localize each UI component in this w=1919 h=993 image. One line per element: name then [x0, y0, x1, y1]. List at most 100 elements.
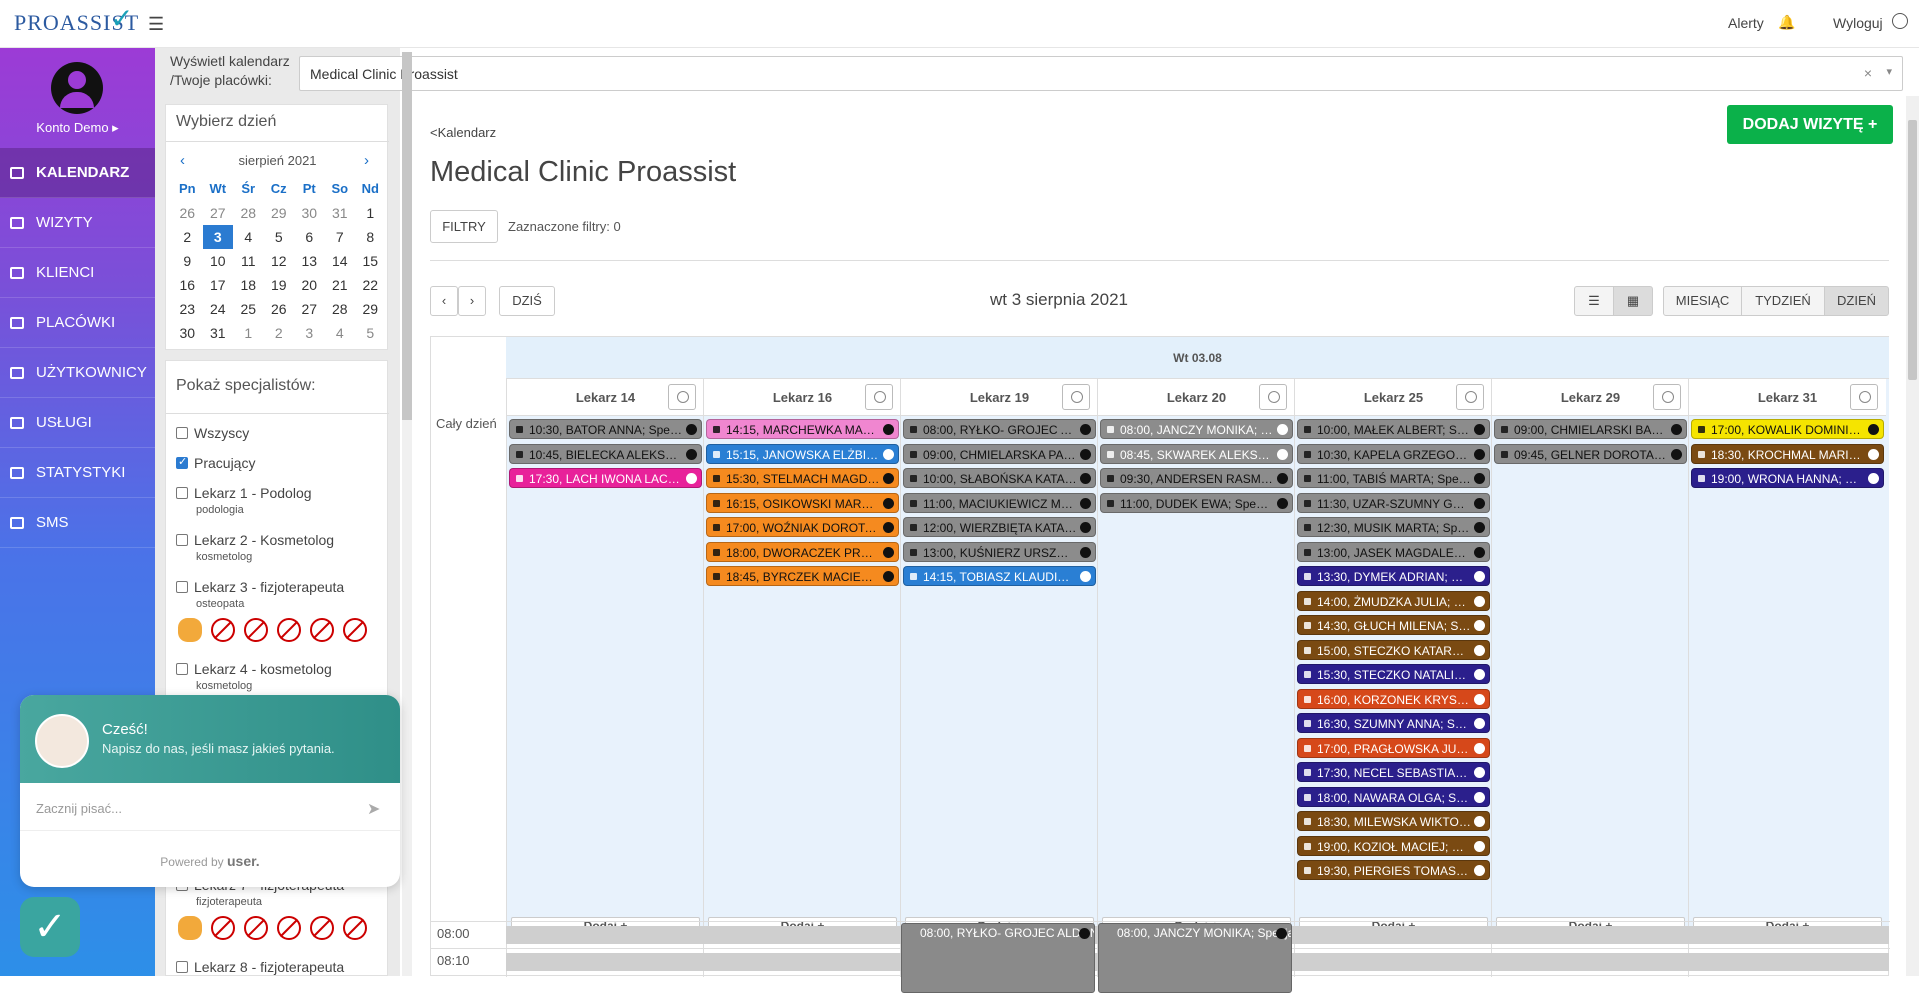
- chevron-down-icon[interactable]: ▾: [1886, 65, 1892, 78]
- appointment[interactable]: 19:00, KOZIOŁ MACIEJ; Specjalista: Lekar…: [1297, 835, 1490, 856]
- specialist-checkbox[interactable]: Wszyscy: [176, 425, 249, 441]
- close-icon[interactable]: [1474, 546, 1485, 558]
- calendar-day[interactable]: 26: [172, 201, 203, 225]
- close-icon[interactable]: [1474, 767, 1485, 778]
- logout-icon[interactable]: [1892, 13, 1908, 29]
- appointment[interactable]: 13:30, DYMEK ADRIAN; Specjalista: Lekarz…: [1297, 566, 1490, 586]
- appointment[interactable]: 17:00, KOWALIK DOMINIKA; Specjalista: Le…: [1691, 419, 1884, 439]
- appointment[interactable]: 17:30, NECEL SEBASTIAN; Specjalista: Lek…: [1297, 762, 1490, 782]
- appointment[interactable]: 17:00, PRAGŁOWSKA JULIA; Specjalista: Le…: [1297, 737, 1490, 758]
- calendar-day[interactable]: 21: [325, 273, 356, 297]
- appointment[interactable]: 19:30, PIERGIES TOMASZ; Specjalista: Lek…: [1297, 860, 1490, 880]
- close-icon[interactable]: [1671, 424, 1682, 435]
- left-panel-scroll-thumb[interactable]: [402, 52, 412, 420]
- close-icon[interactable]: [1474, 693, 1485, 705]
- appointment[interactable]: 16:15, OSIKOWSKI MARCIN; Specjalista: Le…: [706, 492, 899, 513]
- calendar-day[interactable]: 27: [203, 201, 234, 225]
- appointment-block[interactable]: 08:00, RYŁKO- GROJEC ALDONA; Specjalista…: [901, 923, 1095, 993]
- calendar-day[interactable]: 5: [355, 321, 386, 345]
- close-icon[interactable]: [1868, 473, 1879, 484]
- checkbox[interactable]: [176, 487, 188, 499]
- close-icon[interactable]: [1277, 473, 1288, 484]
- account-menu[interactable]: Konto Demo ▸: [0, 120, 155, 136]
- close-icon[interactable]: [1474, 644, 1485, 656]
- calendar-day[interactable]: 24: [203, 297, 234, 321]
- close-icon[interactable]: [1277, 448, 1288, 460]
- appointment[interactable]: 11:00, TABIŚ MARTA; Specjalista: Lekarz …: [1297, 468, 1490, 488]
- calendar-day[interactable]: 2: [172, 225, 203, 249]
- close-icon[interactable]: [1474, 448, 1485, 460]
- calendar-day[interactable]: 4: [325, 321, 356, 345]
- appointment[interactable]: 14:00, ŻMUDZKA JULIA; Specjalista: Lekar…: [1297, 590, 1490, 611]
- close-icon[interactable]: [1080, 424, 1091, 435]
- calendar-day[interactable]: 13: [294, 249, 325, 273]
- close-icon[interactable]: [883, 448, 894, 460]
- sidebar-item-kalendarz[interactable]: KALENDARZ: [0, 148, 155, 198]
- close-icon[interactable]: [1474, 865, 1485, 876]
- close-icon[interactable]: [883, 497, 894, 509]
- specialist-checkbox[interactable]: Lekarz 1 - Podolog: [176, 485, 312, 501]
- appointment[interactable]: 11:30, UZAR-SZUMNY GRAŻYNA; Specjalista:…: [1297, 492, 1490, 513]
- sidebar-item-placowki[interactable]: PLACÓWKI: [0, 298, 155, 348]
- appointment[interactable]: 14:15, MARCHEWKA MAŁGORZATA; Specjalista…: [706, 419, 899, 439]
- close-icon[interactable]: [1080, 571, 1091, 582]
- main-scroll-thumb[interactable]: [1908, 120, 1917, 380]
- appointment[interactable]: 09:00, CHMIELARSKA PAULINA; Specjalista:…: [903, 443, 1096, 464]
- calendar-day[interactable]: 6: [294, 225, 325, 249]
- close-icon[interactable]: [1276, 928, 1287, 939]
- calendar-day[interactable]: 3: [202, 225, 233, 249]
- clock-icon[interactable]: [1850, 384, 1878, 410]
- calendar-day[interactable]: 19: [264, 273, 295, 297]
- calendar-day[interactable]: 26: [264, 297, 295, 321]
- calendar-day[interactable]: 2: [264, 321, 295, 345]
- specialist-checkbox[interactable]: Pracujący: [176, 455, 255, 471]
- close-icon[interactable]: [1474, 742, 1485, 754]
- appointment[interactable]: 11:00, MACIUKIEWICZ MAGDALENA; Specjalis…: [903, 492, 1096, 513]
- view-week-button[interactable]: TYDZIEŃ: [1741, 286, 1825, 316]
- appointment[interactable]: 10:30, KAPELA GRZEGORZ; Specjalista: Lek…: [1297, 443, 1490, 464]
- appointment[interactable]: 10:00, SŁABOŃSKA KATARZYNA; Specjalista:…: [903, 468, 1096, 488]
- close-icon[interactable]: [1474, 424, 1485, 435]
- checkbox[interactable]: [176, 534, 188, 546]
- checkbox[interactable]: [176, 581, 188, 593]
- calendar-day[interactable]: 16: [172, 273, 203, 297]
- checkbox[interactable]: [176, 663, 188, 675]
- logout-link[interactable]: Wyloguj: [1833, 15, 1883, 31]
- appointment[interactable]: 17:00, WOŹNIAK DOROTA; Specjalista: Leka…: [706, 517, 899, 537]
- specialist-checkbox[interactable]: Lekarz 8 - fizjoterapeuta: [176, 959, 344, 975]
- calendar-day[interactable]: 25: [233, 297, 264, 321]
- close-icon[interactable]: [1079, 928, 1090, 939]
- close-icon[interactable]: [883, 546, 894, 558]
- calendar-day[interactable]: 15: [355, 249, 386, 273]
- appointment[interactable]: 12:00, WIERZBIĘTA KATARZYNA; Specjalista…: [903, 517, 1096, 537]
- sidebar-item-uslugi[interactable]: USŁUGI: [0, 398, 155, 448]
- calendar-day[interactable]: 17: [203, 273, 234, 297]
- clock-icon[interactable]: [1062, 384, 1090, 410]
- calendar-day[interactable]: 4: [233, 225, 264, 249]
- appointment[interactable]: 09:30, ANDERSEN RASMUS; Specjalista: Lek…: [1100, 468, 1293, 488]
- calendar-day[interactable]: 30: [172, 321, 203, 345]
- logo[interactable]: PROASSIST ✓: [14, 4, 139, 36]
- menu-icon[interactable]: ☰: [148, 14, 164, 35]
- appointment[interactable]: 11:00, DUDEK EWA; Specjalista: Lekarz 20: [1100, 492, 1293, 513]
- avatar[interactable]: [51, 62, 103, 114]
- appointment[interactable]: 13:00, JASEK MAGDALENA; Specjalista: Lek…: [1297, 541, 1490, 562]
- next-day-button[interactable]: ›: [458, 286, 486, 316]
- clock-icon[interactable]: [668, 384, 696, 410]
- close-icon[interactable]: [883, 424, 894, 435]
- appointment-block[interactable]: 08:00, JANCZY MONIKA; Specjalista: Lekar…: [1098, 923, 1292, 993]
- close-icon[interactable]: [1474, 595, 1485, 607]
- specialist-checkbox[interactable]: Lekarz 3 - fizjoterapeuta: [176, 579, 344, 595]
- calendar-day[interactable]: 28: [233, 201, 264, 225]
- filters-button[interactable]: FILTRY: [430, 210, 498, 243]
- close-icon[interactable]: [1080, 546, 1091, 558]
- checkbox[interactable]: [176, 961, 188, 973]
- calendar-day[interactable]: 7: [325, 225, 356, 249]
- today-button[interactable]: DZIŚ: [499, 286, 555, 316]
- close-icon[interactable]: [1474, 840, 1485, 852]
- sidebar-item-sms[interactable]: SMS: [0, 498, 155, 548]
- sidebar-item-statystyki[interactable]: STATYSTYKI: [0, 448, 155, 498]
- calendar-day[interactable]: 12: [264, 249, 295, 273]
- close-icon[interactable]: [1474, 571, 1485, 582]
- back-link[interactable]: <Kalendarz: [430, 125, 496, 140]
